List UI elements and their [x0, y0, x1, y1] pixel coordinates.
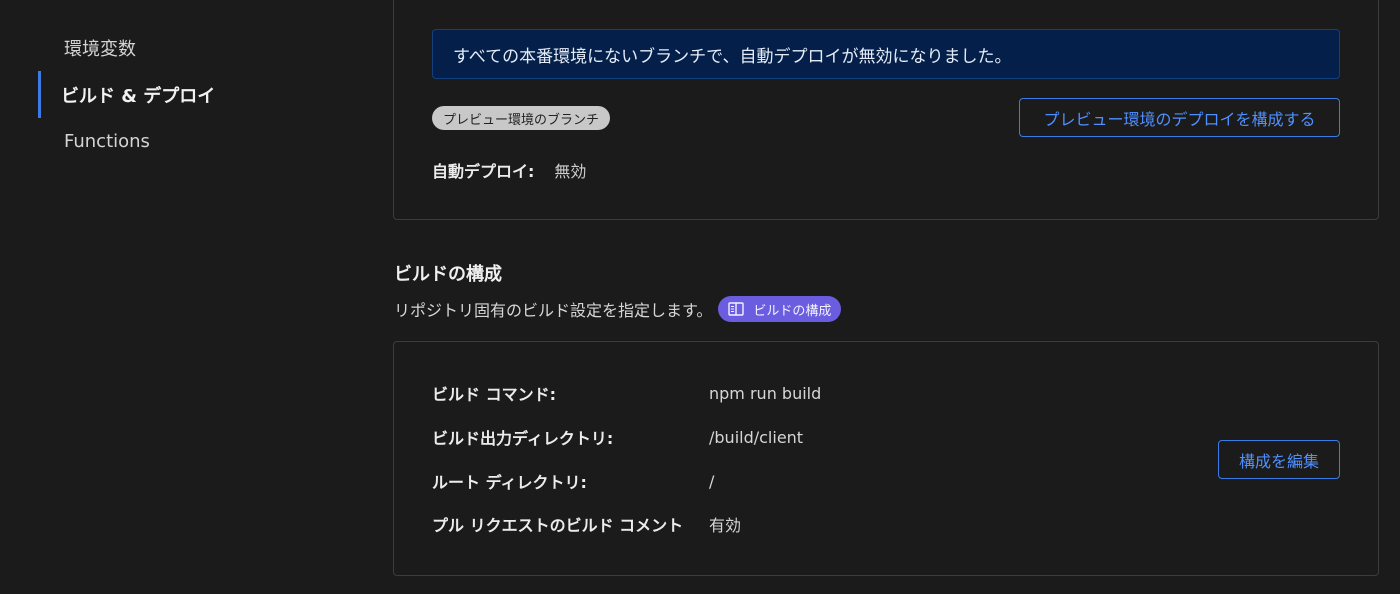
sidebar-item-build-deploy[interactable]: ビルド & デプロイ [38, 71, 338, 118]
sidebar-item-label: ビルド & デプロイ [61, 85, 216, 107]
config-label: ビルド コマンド: [432, 385, 556, 404]
auto-deploy-value: 無効 [554, 162, 587, 181]
config-label: ルート ディレクトリ: [432, 473, 587, 492]
doc-link-label: ビルドの構成 [753, 303, 832, 319]
config-value: 有効 [709, 516, 742, 535]
build-config-card: ビルド コマンド: npm run build ビルド出力ディレクトリ: /bu… [393, 341, 1379, 576]
sidebar-item-functions[interactable]: Functions [38, 118, 338, 165]
section-title: ビルドの構成 [394, 264, 502, 285]
info-banner: すべての本番環境にないブランチで、自動デプロイが無効になりました。 [432, 29, 1340, 79]
preview-branch-tag: プレビュー環境のブランチ [432, 106, 611, 130]
config-label: プル リクエストのビルド コメント [432, 516, 684, 535]
sidebar-item-label: Functions [64, 131, 150, 152]
auto-deploy-row: 自動デプロイ: 無効 [432, 158, 586, 182]
preview-deploy-card: すべての本番環境にないブランチで、自動デプロイが無効になりました。 プレビュー環… [393, 0, 1379, 220]
config-row-build-command: ビルド コマンド: npm run build [432, 382, 822, 405]
config-value: /build/client [709, 427, 804, 447]
config-value: npm run build [709, 383, 822, 403]
configure-preview-deploy-button[interactable]: プレビュー環境のデプロイを構成する [1019, 98, 1340, 137]
config-value: / [709, 471, 715, 491]
section-description-text: リポジトリ固有のビルド設定を指定します。 [394, 301, 713, 320]
build-config-doc-link[interactable]: ビルドの構成 [718, 296, 842, 322]
sidebar-item-env-vars[interactable]: 環境変数 [38, 24, 338, 71]
edit-config-button[interactable]: 構成を編集 [1218, 440, 1340, 479]
book-icon [728, 302, 745, 316]
sidebar-item-label: 環境変数 [64, 38, 136, 60]
config-row-root-dir: ルート ディレクトリ: / [432, 470, 715, 493]
config-label: ビルド出力ディレクトリ: [432, 429, 614, 448]
settings-page: 環境変数 ビルド & デプロイ Functions すべての本番環境にないブラン… [0, 0, 1400, 594]
auto-deploy-label: 自動デプロイ: [432, 162, 535, 181]
section-description: リポジトリ固有のビルド設定を指定します。 ビルドの構成 [394, 296, 842, 322]
config-row-pr-comment: プル リクエストのビルド コメント 有効 [432, 513, 741, 535]
sidebar-nav: 環境変数 ビルド & デプロイ Functions [38, 24, 338, 165]
config-row-output-dir: ビルド出力ディレクトリ: /build/client [432, 426, 804, 449]
